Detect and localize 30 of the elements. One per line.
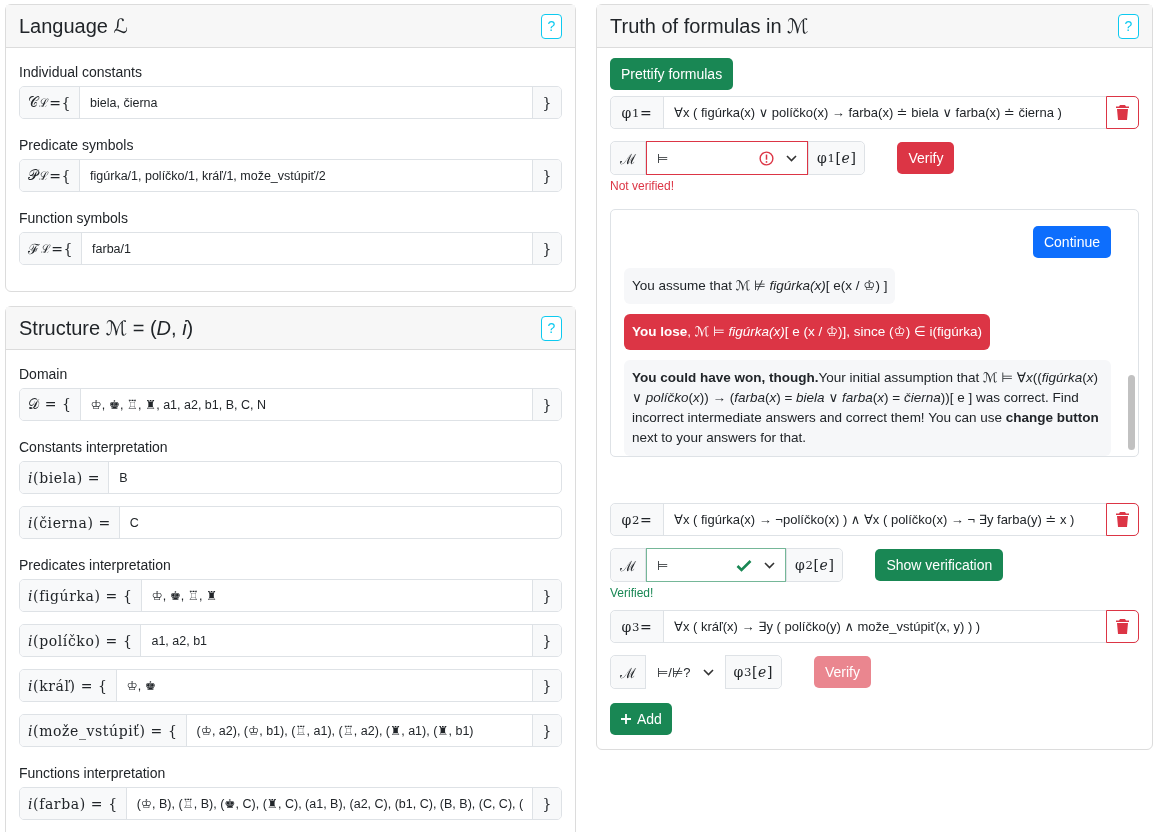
- section-label: Constants interpretation: [19, 439, 169, 455]
- caret-icon: [764, 561, 775, 569]
- verify-button[interactable]: Show verification: [875, 549, 1004, 581]
- section-label: Function symbols: [19, 210, 129, 226]
- section-label: Domain: [19, 366, 69, 382]
- card-title: Structure ℳ = (D, i): [19, 316, 194, 340]
- card-title: Truth of formulas in ℳ: [610, 14, 809, 38]
- relation-select[interactable]: ⊨: [646, 548, 786, 582]
- prettify-button[interactable]: Prettify formulas: [610, 58, 734, 90]
- plus-icon: [620, 713, 632, 725]
- verify-button[interactable]: Verify: [897, 142, 955, 174]
- game-message: You lose, ℳ ⊨ figúrka(x)[ e (x / ♔)], since (♔) ∈ i(figúrka): [624, 314, 990, 350]
- error-icon: [759, 150, 774, 166]
- game-message: You could have won, though.Your initial assumption that ℳ ⊨ ∀x((figúrka(x) ∨ políčko(x)) → (farba(x) = biela ∨ farba(x) = čierna))[ e ] was correct. Find incorrect intermediate answers and correct them! You can use change button next to your answers for that.: [624, 360, 1111, 456]
- feedback-text: Not verified!: [610, 179, 676, 193]
- check-icon: [736, 558, 752, 572]
- continue-button[interactable]: Continue: [1032, 226, 1111, 258]
- section-label: Predicates interpretation: [19, 557, 172, 573]
- game-message: You assume that ℳ ⊭ figúrka(x)[ e(x / ♔) ]: [624, 268, 896, 304]
- scrollbar[interactable]: [1128, 375, 1135, 450]
- model-label: ℳ: [611, 142, 646, 174]
- section-label: Functions interpretation: [19, 765, 167, 781]
- card-title: Language ℒ: [19, 14, 128, 38]
- caret-icon: [786, 154, 797, 162]
- add-button[interactable]: Add: [610, 703, 672, 735]
- section-label: Predicate symbols: [19, 137, 135, 153]
- relation-select[interactable]: ⊨: [646, 141, 808, 175]
- feedback-text: Verified!: [610, 586, 655, 600]
- model-label: ℳ: [611, 549, 646, 581]
- section-label: Individual constants: [19, 64, 143, 80]
